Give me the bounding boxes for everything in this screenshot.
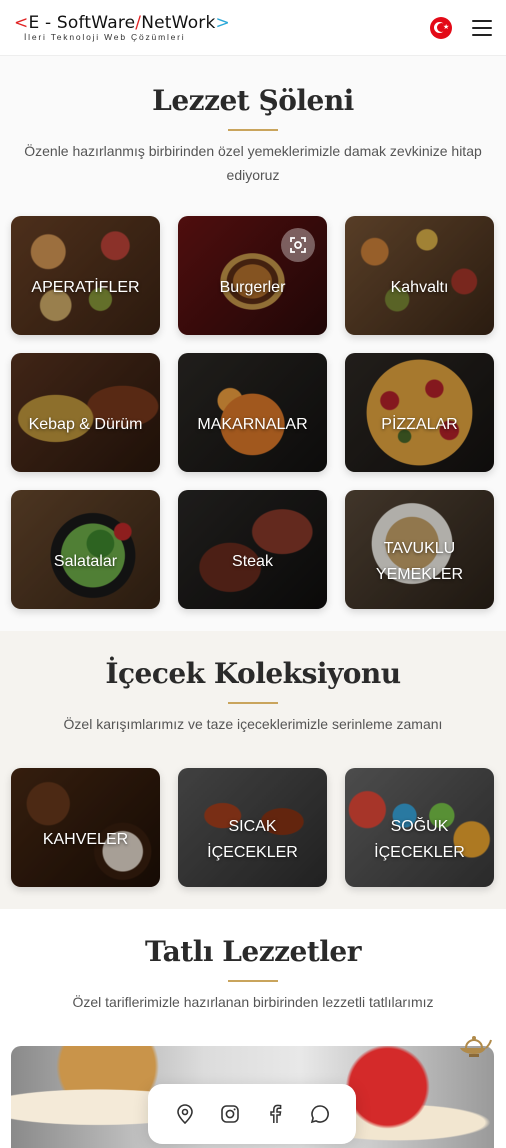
category-label: MAKARNALAR (197, 415, 308, 433)
logo-tagline: İleri Teknoloji Web Çözümleri (24, 32, 186, 42)
category-label: APERATİFLER (31, 278, 140, 296)
food-category-grid: APERATİFLER Burgerler Kahvaltı Kebap & D… (11, 216, 494, 609)
category-card-aperatifler[interactable]: APERATİFLER (11, 216, 160, 335)
category-card-steak[interactable]: Steak (178, 490, 327, 609)
category-card-tavuklu-yemekler[interactable]: TAVUKLU YEMEKLER (345, 490, 494, 609)
header-actions: ★ (430, 16, 492, 39)
drinks-category-grid: KAHVELER SICAK İÇECEKLER SOĞUK İÇECEKLER (11, 768, 494, 887)
drinks-section-title: İçecek Koleksiyonu (105, 657, 401, 690)
title-divider (228, 702, 278, 704)
category-card-kahveler[interactable]: KAHVELER (11, 768, 160, 887)
category-label: KAHVELER (42, 830, 129, 848)
turkey-flag-icon[interactable]: ★ (430, 16, 452, 39)
instagram-icon[interactable] (218, 1102, 242, 1126)
food-section-title: Lezzet Şöleni (152, 84, 354, 117)
hamburger-menu-icon[interactable] (472, 19, 492, 36)
location-pin-icon[interactable] (173, 1102, 197, 1126)
category-card-sicak-icecekler[interactable]: SICAK İÇECEKLER (178, 768, 327, 887)
desserts-section-subtitle: Özel tariflerimizle hazırlanan birbirind… (72, 994, 434, 1010)
site-logo[interactable]: <E - SoftWare/NetWork> İleri Teknoloji W… (14, 13, 230, 42)
category-label: Kahvaltı (390, 278, 449, 296)
title-divider (228, 980, 278, 982)
category-label: Kebap & Dürüm (28, 415, 143, 433)
food-section: Lezzet Şöleni Özenle hazırlanmış birbiri… (0, 56, 506, 631)
category-label: SOĞUK İÇECEKLER (374, 817, 465, 861)
social-bar (148, 1084, 356, 1144)
category-card-soguk-icecekler[interactable]: SOĞUK İÇECEKLER (345, 768, 494, 887)
category-card-burgerler[interactable]: Burgerler (178, 216, 327, 335)
desserts-section-title: Tatlı Lezzetler (144, 935, 362, 968)
whatsapp-icon[interactable] (308, 1102, 332, 1126)
logo-text: <E - SoftWare/NetWork> (14, 13, 230, 33)
category-label: Burgerler (219, 278, 286, 296)
drinks-section-subtitle: Özel karışımlarımız ve taze içeceklerimi… (63, 716, 443, 732)
magic-lamp-icon (456, 1030, 492, 1060)
category-label: SICAK İÇECEKLER (207, 817, 298, 861)
category-card-kahvalti[interactable]: Kahvaltı (345, 216, 494, 335)
category-label: TAVUKLU YEMEKLER (375, 539, 464, 583)
category-card-salatalar[interactable]: Salatalar (11, 490, 160, 609)
category-label: PİZZALAR (381, 415, 458, 433)
category-card-kebap-durum[interactable]: Kebap & Dürüm (11, 353, 160, 472)
category-label: Steak (232, 552, 273, 570)
title-divider (228, 129, 278, 131)
category-card-pizzalar[interactable]: PİZZALAR (345, 353, 494, 472)
visual-search-icon[interactable] (281, 228, 315, 262)
category-card-makarnalar[interactable]: MAKARNALAR (178, 353, 327, 472)
top-header: <E - SoftWare/NetWork> İleri Teknoloji W… (0, 0, 506, 56)
category-label: Salatalar (53, 552, 118, 570)
facebook-icon[interactable] (263, 1102, 287, 1126)
food-section-subtitle: Özenle hazırlanmış birbirinden özel yeme… (24, 143, 482, 183)
drinks-section: İçecek Koleksiyonu Özel karışımlarımız v… (0, 631, 506, 909)
